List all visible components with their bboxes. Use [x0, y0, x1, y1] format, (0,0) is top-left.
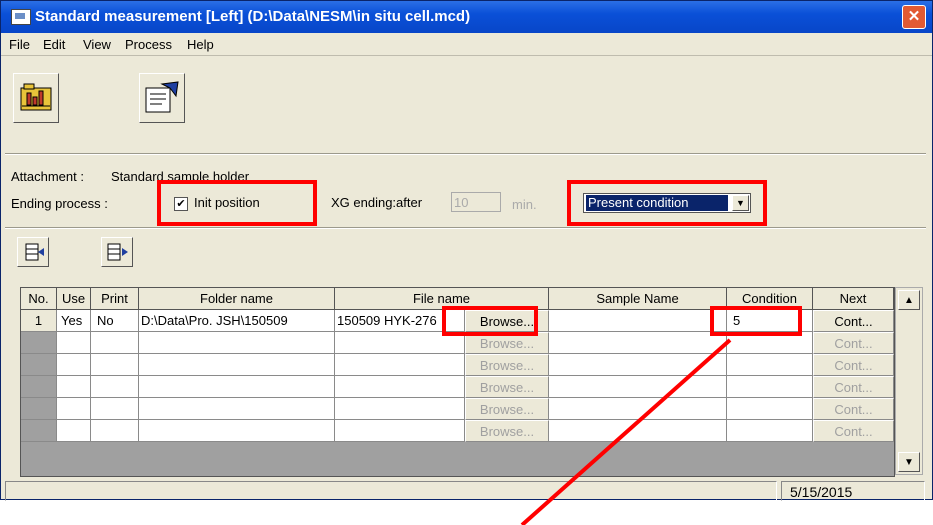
annotation-arrow — [520, 338, 732, 525]
